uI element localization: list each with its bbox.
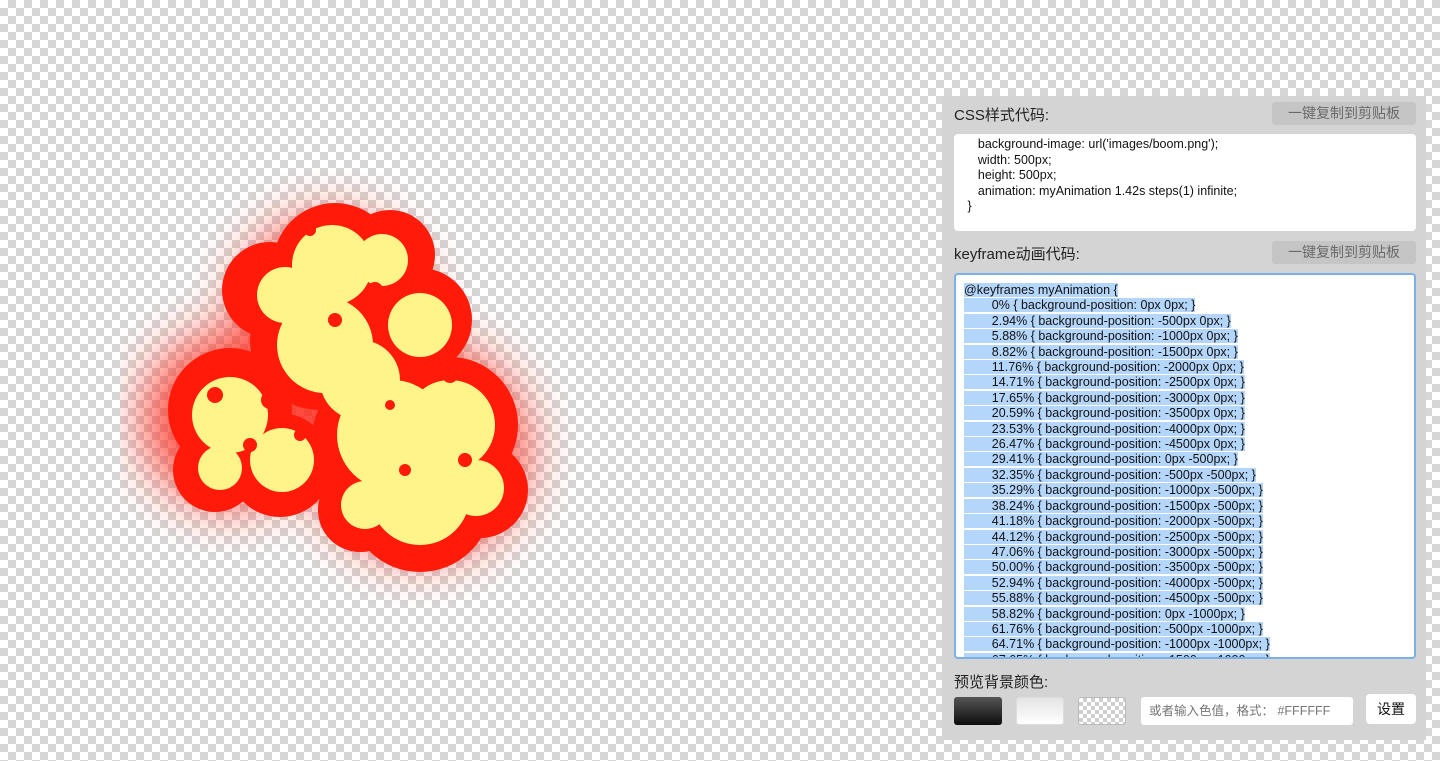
keyframe-code-line: 26.47% { background-position: -4500px 0p…	[964, 437, 1406, 452]
selected-text: 29.41% { background-position: 0px -500px…	[964, 452, 1238, 467]
keyframe-code-line: 2.94% { background-position: -500px 0px;…	[964, 313, 1406, 329]
light-background-swatch[interactable]	[1016, 697, 1064, 725]
selected-text: 0% { background-position: 0px 0px; }	[964, 298, 1196, 313]
selected-text: 67.65% { background-position: -1500px -1…	[964, 652, 1270, 657]
code-line: animation: myAnimation 1.42s steps(1) in…	[964, 183, 1238, 198]
code-line: }	[964, 199, 972, 213]
selected-text: 38.24% { background-position: -1500px -5…	[964, 498, 1263, 513]
keyframe-code-line: 38.24% { background-position: -1500px -5…	[964, 498, 1406, 514]
selected-text: 61.76% { background-position: -500px -10…	[964, 621, 1263, 636]
bg-color-section-title: 预览背景颜色:	[954, 674, 1049, 691]
selected-text: 55.88% { background-position: -4500px -5…	[964, 591, 1263, 606]
keyframe-code-line: @keyframes myAnimation {	[964, 283, 1406, 298]
css-section-title: CSS样式代码:	[954, 107, 1050, 124]
keyframe-code-line: 32.35% { background-position: -500px -50…	[964, 467, 1406, 483]
keyframe-code-line: 20.59% { background-position: -3500px 0p…	[964, 406, 1406, 421]
explosion-sprite	[145, 203, 528, 572]
selected-text: 14.71% { background-position: -2500px 0p…	[964, 375, 1245, 390]
copy-css-button[interactable]: 一键复制到剪贴板	[1272, 102, 1416, 125]
selected-text: 58.82% { background-position: 0px -1000p…	[964, 606, 1245, 621]
keyframe-code-line: 0% { background-position: 0px 0px; }	[964, 298, 1406, 313]
selected-text: 17.65% { background-position: -3000px 0p…	[964, 390, 1245, 405]
selected-text: 32.35% { background-position: -500px -50…	[964, 467, 1256, 482]
keyframe-code-line: 5.88% { background-position: -1000px 0px…	[964, 329, 1406, 344]
keyframe-code-line: 35.29% { background-position: -1000px -5…	[964, 483, 1406, 498]
selected-text: 8.82% { background-position: -1500px 0px…	[964, 344, 1238, 359]
code-panel: CSS样式代码: 一键复制到剪贴板 background-image: url(…	[942, 96, 1426, 740]
keyframe-code-line: 67.65% { background-position: -1500px -1…	[964, 652, 1406, 657]
keyframe-code-line: 8.82% { background-position: -1500px 0px…	[964, 344, 1406, 360]
selected-text: 52.94% { background-position: -4000px -5…	[964, 575, 1263, 590]
selected-text: 23.53% { background-position: -4000px 0p…	[964, 421, 1245, 436]
color-value-input[interactable]	[1141, 697, 1353, 725]
selected-text: 20.59% { background-position: -3500px 0p…	[964, 406, 1245, 421]
css-code-textarea[interactable]: background-image: url('images/boom.png')…	[954, 134, 1416, 231]
selected-text: 64.71% { background-position: -1000px -1…	[964, 637, 1270, 652]
keyframe-code-line: 52.94% { background-position: -4000px -5…	[964, 575, 1406, 591]
keyframe-code-line: 17.65% { background-position: -3000px 0p…	[964, 390, 1406, 406]
copy-keyframe-button[interactable]: 一键复制到剪贴板	[1272, 241, 1416, 264]
transparent-background-swatch[interactable]	[1078, 697, 1126, 725]
keyframe-code-line: 50.00% { background-position: -3500px -5…	[964, 560, 1406, 575]
code-line: height: 500px;	[964, 168, 1057, 182]
selected-text: 11.76% { background-position: -2000px 0p…	[964, 360, 1244, 375]
selected-text: 47.06% { background-position: -3000px -5…	[964, 544, 1263, 559]
code-line: width: 500px;	[964, 152, 1052, 167]
keyframe-code-line: 23.53% { background-position: -4000px 0p…	[964, 421, 1406, 437]
keyframe-code-line: 41.18% { background-position: -2000px -5…	[964, 514, 1406, 529]
keyframe-code-line: 58.82% { background-position: 0px -1000p…	[964, 606, 1406, 622]
selected-text: 2.94% { background-position: -500px 0px;…	[964, 313, 1231, 328]
keyframe-code-line: 61.76% { background-position: -500px -10…	[964, 621, 1406, 637]
set-color-button[interactable]: 设置	[1366, 694, 1416, 724]
keyframe-code-line: 11.76% { background-position: -2000px 0p…	[964, 360, 1406, 375]
selected-text: 5.88% { background-position: -1000px 0px…	[964, 329, 1238, 344]
keyframe-code-line: 14.71% { background-position: -2500px 0p…	[964, 375, 1406, 390]
keyframe-code-textarea[interactable]: @keyframes myAnimation { 0% { background…	[954, 273, 1416, 659]
selected-text: @keyframes myAnimation {	[964, 283, 1118, 297]
selected-text: 35.29% { background-position: -1000px -5…	[964, 483, 1263, 498]
dark-background-swatch[interactable]	[954, 697, 1002, 725]
selected-text: 41.18% { background-position: -2000px -5…	[964, 514, 1263, 529]
selected-text: 44.12% { background-position: -2500px -5…	[964, 529, 1263, 544]
keyframe-code-line: 29.41% { background-position: 0px -500px…	[964, 452, 1406, 467]
selected-text: 50.00% { background-position: -3500px -5…	[964, 560, 1263, 575]
keyframe-code-line: 44.12% { background-position: -2500px -5…	[964, 529, 1406, 545]
code-line: background-image: url('images/boom.png')…	[964, 137, 1219, 151]
keyframe-code-line: 47.06% { background-position: -3000px -5…	[964, 544, 1406, 560]
keyframe-section-title: keyframe动画代码:	[954, 246, 1080, 263]
keyframe-code-line: 64.71% { background-position: -1000px -1…	[964, 637, 1406, 652]
selected-text: 26.47% { background-position: -4500px 0p…	[964, 437, 1245, 452]
sprite-preview-image	[120, 170, 640, 610]
keyframe-code-line: 55.88% { background-position: -4500px -5…	[964, 591, 1406, 606]
